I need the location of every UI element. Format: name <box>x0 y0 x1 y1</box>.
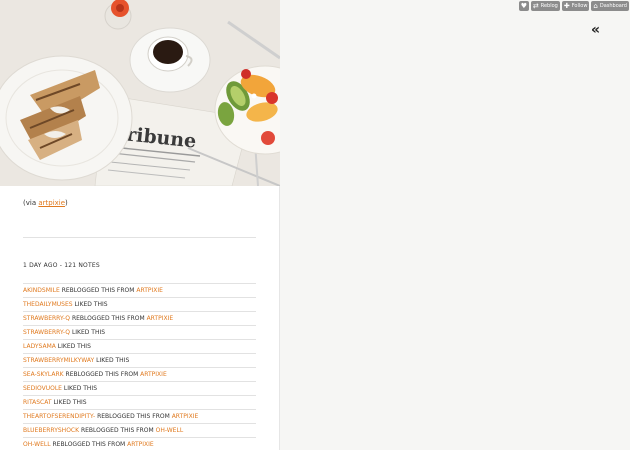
divider <box>23 237 256 238</box>
note-item: THEDAILYMUSES LIKED THIS <box>23 298 256 312</box>
reblog-label: Reblog <box>540 3 558 9</box>
note-user-link[interactable]: AKINDSMILE <box>23 287 60 294</box>
note-item: SEA-SKYLARK REBLOGGED THIS FROM ARTPIXIE <box>23 368 256 382</box>
breakfast-photo-illustration: Tribune <box>0 0 280 186</box>
note-item: LADYSAMA LIKED THIS <box>23 340 256 354</box>
post-column: Tribune (via artpixie) 1 DAY AGO - 121 N… <box>0 0 280 450</box>
note-action: REBLOGGED THIS FROM <box>63 371 141 378</box>
note-action: LIKED THIS <box>55 343 91 350</box>
via-suffix: ) <box>65 199 68 207</box>
plus-icon: ✚ <box>563 2 570 10</box>
note-user-link[interactable]: THEDAILYMUSES <box>23 301 73 308</box>
note-action: REBLOGGED THIS FROM <box>59 287 137 294</box>
like-button[interactable]: ♥ <box>518 1 529 11</box>
home-icon: ⌂ <box>593 2 598 10</box>
note-source-link[interactable]: ARTPIXIE <box>147 315 174 322</box>
note-user-link[interactable]: STRAWBERRYMILKYWAY <box>23 357 94 364</box>
note-action: LIKED THIS <box>72 301 108 308</box>
dashboard-label: Dashboard <box>599 3 627 9</box>
note-action: LIKED THIS <box>51 399 87 406</box>
note-source-link[interactable]: ARTPIXIE <box>136 287 163 294</box>
note-item: RITASCAT LIKED THIS <box>23 396 256 410</box>
note-action: REBLOGGED THIS FROM <box>95 413 172 420</box>
note-user-link[interactable]: STRAWBERRY-Q <box>23 315 70 322</box>
note-source-link[interactable]: ARTPIXIE <box>127 441 154 448</box>
via-credit: (via artpixie) <box>23 199 68 207</box>
note-action: REBLOGGED THIS FROM <box>70 315 147 322</box>
note-item: BLUEBERRYSHOCK REBLOGGED THIS FROM OH-WE… <box>23 424 256 438</box>
note-user-link[interactable]: BLUEBERRYSHOCK <box>23 427 79 434</box>
note-user-link[interactable]: LADYSAMA <box>23 343 56 350</box>
via-prefix: (via <box>23 199 39 207</box>
post-meta[interactable]: 1 DAY AGO - 121 NOTES <box>23 262 100 269</box>
note-user-link[interactable]: STRAWBERRY-Q <box>23 329 70 336</box>
note-item: STRAWBERRYMILKYWAY LIKED THIS <box>23 354 256 368</box>
post-photo[interactable]: Tribune <box>0 0 280 186</box>
note-user-link[interactable]: THEARTOFSERENDIPITY- <box>23 413 95 420</box>
note-action: LIKED THIS <box>94 357 130 364</box>
controls-bar: ♥ ⇄ Reblog ✚ Follow ⌂ Dashboard <box>518 1 629 11</box>
note-source-link[interactable]: ARTPIXIE <box>172 413 199 420</box>
note-user-link[interactable]: SEDIOVUOLE <box>23 385 62 392</box>
dashboard-button[interactable]: ⌂ Dashboard <box>591 1 629 11</box>
note-user-link[interactable]: OH-WELL <box>23 441 51 448</box>
note-action: LIKED THIS <box>61 385 97 392</box>
notes-list: AKINDSMILE REBLOGGED THIS FROM ARTPIXIE T… <box>23 284 256 450</box>
note-user-link[interactable]: RITASCAT <box>23 399 52 406</box>
reblog-button[interactable]: ⇄ Reblog <box>530 1 560 11</box>
note-source-link[interactable]: OH-WELL <box>156 427 184 434</box>
back-chevron-icon[interactable]: « <box>591 22 600 38</box>
follow-button[interactable]: ✚ Follow <box>561 1 590 11</box>
note-item: SEDIOVUOLE LIKED THIS <box>23 382 256 396</box>
follow-label: Follow <box>571 3 588 9</box>
note-item: STRAWBERRY-Q LIKED THIS <box>23 326 256 340</box>
heart-icon: ♥ <box>520 2 527 10</box>
note-item: AKINDSMILE REBLOGGED THIS FROM ARTPIXIE <box>23 284 256 298</box>
note-source-link[interactable]: ARTPIXIE <box>140 371 167 378</box>
note-action: REBLOGGED THIS FROM <box>79 427 156 434</box>
reblog-icon: ⇄ <box>532 2 539 10</box>
note-item: STRAWBERRY-Q REBLOGGED THIS FROM ARTPIXI… <box>23 312 256 326</box>
note-action: REBLOGGED THIS FROM <box>50 441 128 448</box>
note-item: OH-WELL REBLOGGED THIS FROM ARTPIXIE <box>23 438 256 450</box>
via-user-link[interactable]: artpixie <box>38 199 65 207</box>
note-user-link[interactable]: SEA-SKYLARK <box>23 371 64 378</box>
note-action: LIKED THIS <box>70 329 106 336</box>
note-item: THEARTOFSERENDIPITY- REBLOGGED THIS FROM… <box>23 410 256 424</box>
